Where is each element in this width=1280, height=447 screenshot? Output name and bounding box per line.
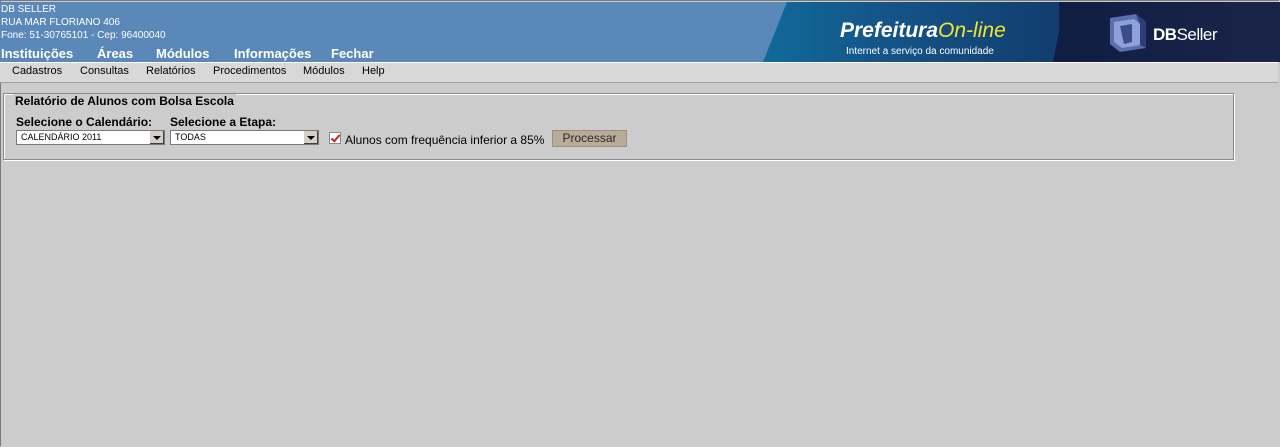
nav-instituicoes[interactable]: Instituições: [1, 46, 73, 61]
company-info: DB SELLER RUA MAR FLORIANO 406 Fone: 51-…: [1, 3, 166, 42]
company-contact: Fone: 51-30765101 - Cep: 96400040: [1, 30, 166, 41]
menu-consultas[interactable]: Consultas: [80, 65, 129, 77]
frequencia-checkbox-label: Alunos com frequência inferior a 85%: [345, 133, 545, 147]
nav-areas[interactable]: Áreas: [97, 46, 133, 61]
nav-modulos[interactable]: Módulos: [156, 46, 209, 61]
etapa-selected-value: TODAS: [175, 132, 206, 142]
etapa-label: Selecione a Etapa:: [170, 115, 277, 129]
nav-fechar[interactable]: Fechar: [331, 46, 374, 61]
menu-relatorios[interactable]: Relatórios: [146, 65, 196, 77]
panel-legend: Relatório de Alunos com Bolsa Escola: [13, 94, 236, 108]
chevron-down-icon[interactable]: [149, 131, 164, 144]
chevron-down-icon[interactable]: [303, 131, 318, 144]
header: DB SELLER RUA MAR FLORIANO 406 Fone: 51-…: [0, 2, 1280, 62]
calendar-select[interactable]: CALENDÁRIO 2011: [16, 130, 165, 145]
dbseller-logo-icon: [1110, 14, 1146, 52]
menu-bar: Cadastros Consultas Relatórios Procedime…: [0, 62, 1278, 83]
menu-help[interactable]: Help: [362, 65, 385, 77]
frequencia-checkbox[interactable]: [329, 132, 341, 144]
calendar-selected-value: CALENDÁRIO 2011: [21, 132, 102, 142]
banner-tagline: Internet a serviço da comunidade: [846, 46, 994, 57]
processar-button[interactable]: Processar: [552, 130, 627, 147]
prefeitura-online-logo: PrefeituraOn-line: [840, 19, 1006, 42]
banner: PrefeituraOn-line Internet a serviço da …: [763, 2, 1280, 62]
menu-modulos[interactable]: Módulos: [303, 65, 345, 77]
etapa-select[interactable]: TODAS: [170, 130, 319, 145]
company-address: RUA MAR FLORIANO 406: [1, 17, 120, 28]
menu-cadastros[interactable]: Cadastros: [12, 65, 62, 77]
calendar-label: Selecione o Calendário:: [16, 115, 153, 129]
company-name: DB SELLER: [1, 4, 57, 15]
menu-procedimentos[interactable]: Procedimentos: [213, 65, 286, 77]
nav-informacoes[interactable]: Informações: [234, 46, 311, 61]
dbseller-wordmark: DBSeller: [1153, 25, 1218, 44]
